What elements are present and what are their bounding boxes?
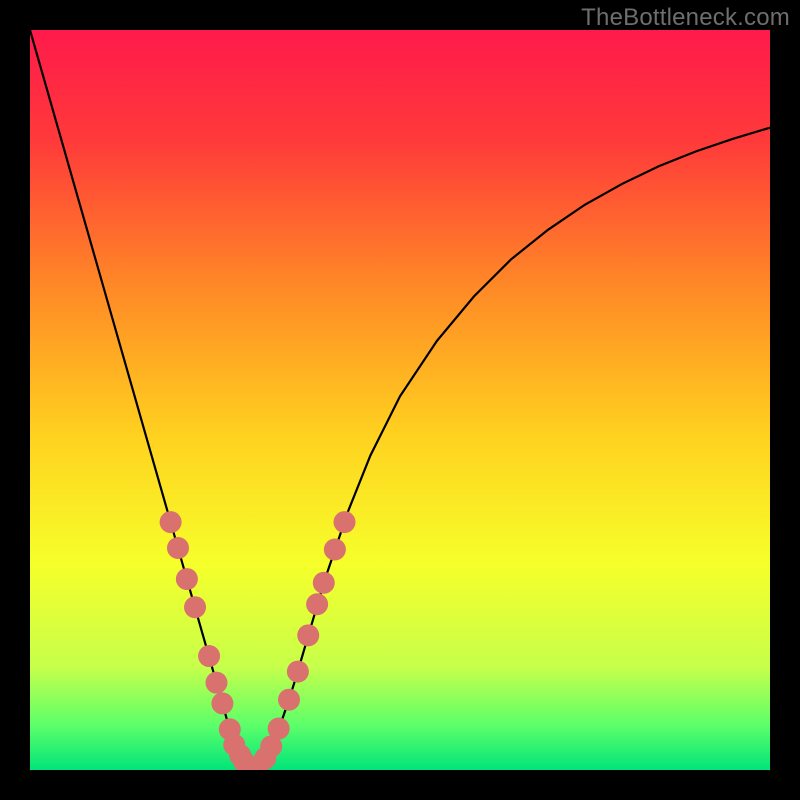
marker-point	[198, 645, 220, 667]
chart-frame	[30, 30, 770, 770]
marker-point	[334, 511, 356, 533]
marker-point	[313, 572, 335, 594]
marker-point	[297, 624, 319, 646]
marker-point	[184, 596, 206, 618]
marker-point	[160, 511, 182, 533]
marker-point	[324, 538, 346, 560]
marker-point	[167, 537, 189, 559]
marker-point	[211, 692, 233, 714]
marker-point	[306, 593, 328, 615]
marker-point	[205, 672, 227, 694]
marker-point	[268, 718, 290, 740]
marker-point	[278, 689, 300, 711]
chart-background	[30, 30, 770, 770]
marker-point	[176, 568, 198, 590]
chart-svg	[30, 30, 770, 770]
watermark-text: TheBottleneck.com	[581, 4, 790, 32]
marker-point	[287, 661, 309, 683]
